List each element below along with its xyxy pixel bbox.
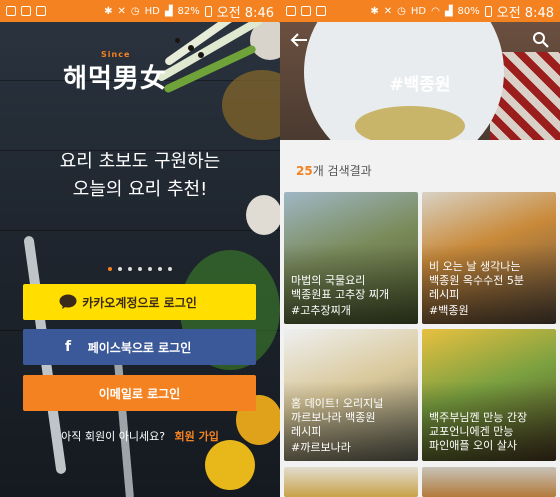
signup-row: 아직 회원이 아니세요? 회원 가입 (0, 428, 280, 444)
battery-level: 80% (457, 5, 480, 17)
page-dot[interactable] (148, 267, 152, 271)
status-bar: ✱ ✕ ◷ HD ▟ 82% 오전 8:46 (0, 0, 280, 22)
peppercorn-image (175, 38, 180, 43)
back-arrow-icon (290, 33, 307, 47)
page-dot[interactable] (158, 267, 162, 271)
image-icon (316, 6, 326, 16)
facebook-icon: f (64, 339, 72, 355)
signal-icon: ▟ (164, 5, 173, 17)
signup-link[interactable]: 회원 가입 (175, 430, 219, 443)
back-button[interactable] (290, 32, 310, 48)
result-suffix: 개 검색결과 (312, 164, 372, 178)
notification-icon (21, 6, 31, 16)
kakao-login-label: 카카오계정으로 로그인 (82, 295, 197, 310)
notification-icon (301, 6, 311, 16)
facebook-login-button[interactable]: f 페이스북으로 로그인 (23, 329, 256, 365)
peppercorn-image (188, 45, 194, 51)
recipe-title: 비 오는 날 생각나는 백종원 옥수수전 5분 레시피 (429, 260, 524, 301)
recipe-tag[interactable]: #고추장찌개 (291, 302, 351, 318)
search-icon (533, 32, 549, 48)
wood-texture (0, 230, 280, 231)
app-logo: Since 해먹男女 (0, 50, 230, 95)
result-number: 25 (296, 164, 313, 178)
recipe-title: 백주부님껜 만능 간장 교포언니에겐 만능 파인애플 오이 살사 (429, 411, 528, 452)
page-dot[interactable] (138, 267, 142, 271)
recipe-thumbnail (284, 467, 418, 497)
wifi-icon: ◠ (431, 5, 440, 17)
recipe-tag[interactable]: #백종원 (429, 302, 469, 318)
logo-text: 해먹男女 (63, 64, 167, 94)
battery-icon (484, 5, 492, 17)
logo-small-text: Since (101, 50, 131, 59)
login-screen: ✱ ✕ ◷ HD ▟ 82% 오전 8:46 Since 해먹男女 요리 초보도… (0, 0, 280, 497)
kakao-talk-icon (59, 293, 77, 311)
search-results-screen: ✱ ✕ ◷ HD ◠ ▟ 80% 오전 8:48 #백종원 25개 검색결과 마… (280, 0, 560, 497)
recipe-card[interactable]: 홈 데이트! 오리지널 까르보나라 백종원 레시피 #까르보나라 (284, 329, 418, 461)
facebook-login-label: 페이스북으로 로그인 (87, 340, 192, 355)
recipe-card[interactable]: 마법의 국물요리 백종원표 고추장 찌개 #고추장찌개 (284, 192, 418, 324)
bluetooth-icon: ✱ (104, 5, 113, 17)
notification-icon (286, 6, 296, 16)
clock: 오전 8:48 (496, 5, 554, 21)
recipe-title: 마법의 국물요리 백종원표 고추장 찌개 (291, 274, 390, 301)
tagline-line-2: 오늘의 요리 추천! (72, 179, 208, 200)
page-indicator (0, 267, 280, 271)
signup-prompt: 아직 회원이 아니세요? (61, 430, 166, 443)
notification-icon (6, 6, 16, 16)
battery-level: 82% (177, 5, 200, 17)
battery-icon (204, 5, 212, 17)
clock: 오전 8:46 (216, 5, 274, 21)
bluetooth-icon: ✱ (370, 5, 379, 17)
tagline-line-1: 요리 초보도 구원하는 (59, 151, 221, 172)
page-title: #백종원 (389, 75, 451, 95)
search-button[interactable] (532, 31, 550, 49)
recipe-thumbnail (422, 467, 556, 497)
recipe-card[interactable]: 비 오는 날 생각나는 백종원 옥수수전 5분 레시피 #백종원 (422, 192, 556, 324)
mute-icon: ✕ (383, 5, 393, 17)
result-count: 25개 검색결과 (296, 162, 372, 179)
status-bar: ✱ ✕ ◷ HD ◠ ▟ 80% 오전 8:48 (280, 0, 560, 22)
page-dot[interactable] (128, 267, 132, 271)
hd-icon: HD (410, 5, 427, 17)
page-dot[interactable] (118, 267, 122, 271)
alarm-icon: ◷ (130, 5, 140, 17)
page-dot[interactable] (168, 267, 172, 271)
recipe-tag[interactable]: #까르보나라 (291, 439, 351, 455)
tomato-image (205, 440, 255, 490)
recipe-card[interactable] (422, 467, 556, 497)
recipe-card[interactable] (284, 467, 418, 497)
alarm-icon: ◷ (397, 5, 406, 17)
pasta-image (355, 106, 465, 140)
image-icon (36, 6, 46, 16)
signal-icon: ▟ (444, 5, 453, 17)
page-dot[interactable] (108, 267, 112, 271)
email-login-label: 이메일로 로그인 (98, 386, 181, 401)
recipe-title: 홈 데이트! 오리지널 까르보나라 백종원 레시피 (291, 397, 384, 438)
mute-icon: ✕ (117, 5, 126, 17)
kakao-login-button[interactable]: 카카오계정으로 로그인 (23, 284, 256, 320)
hd-icon: HD (144, 5, 160, 17)
email-login-button[interactable]: 이메일로 로그인 (23, 375, 256, 411)
header-banner: #백종원 (280, 22, 560, 140)
recipe-card[interactable]: 백주부님껜 만능 간장 교포언니에겐 만능 파인애플 오이 살사 (422, 329, 556, 461)
